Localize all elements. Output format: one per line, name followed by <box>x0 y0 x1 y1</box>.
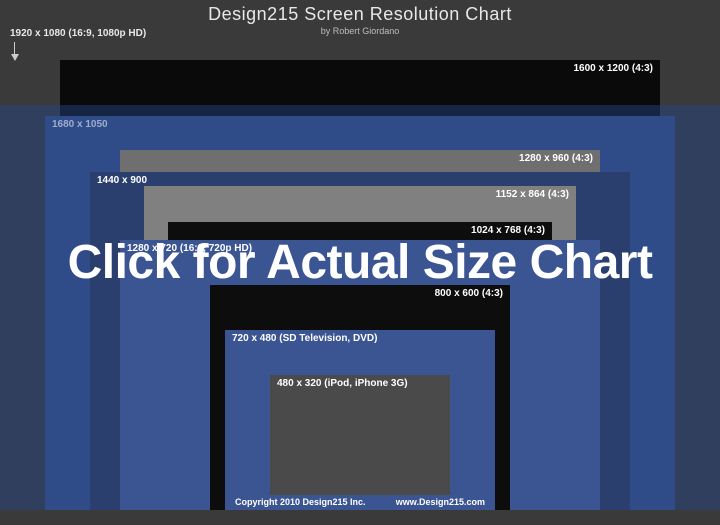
res-label-1280x960: 1280 x 960 (4:3) <box>519 153 593 164</box>
res-480x320: 480 x 320 (iPod, iPhone 3G) <box>270 375 450 495</box>
res-label-1152x864: 1152 x 864 (4:3) <box>496 189 569 200</box>
res-label-480x320: 480 x 320 (iPod, iPhone 3G) <box>277 378 408 389</box>
res-label-1600x1200: 1600 x 1200 (4:3) <box>573 63 653 74</box>
footer-copyright: Copyright 2010 Design215 Inc. <box>235 497 366 507</box>
click-actual-size-link[interactable]: Click for Actual Size Chart <box>68 235 653 290</box>
footer-url: www.Design215.com <box>396 497 485 507</box>
res-label-720x480: 720 x 480 (SD Television, DVD) <box>232 333 377 344</box>
res-label-1440x900: 1440 x 900 <box>97 175 147 186</box>
